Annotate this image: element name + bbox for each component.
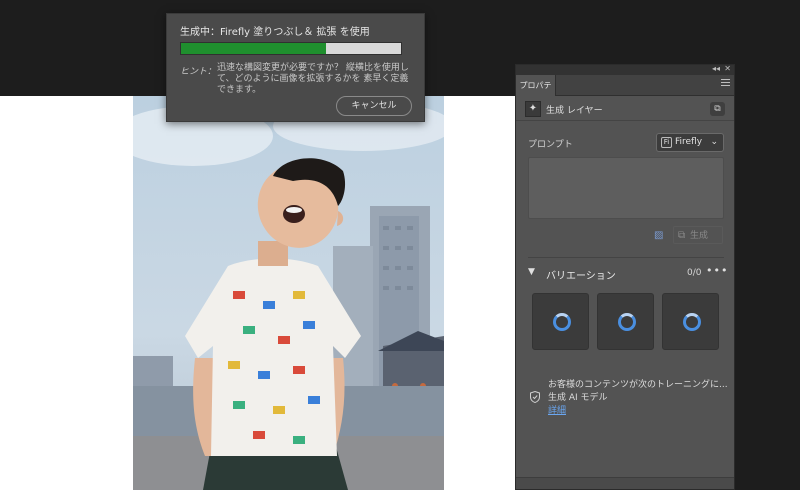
more-options-icon[interactable]: ••• <box>706 264 728 277</box>
generate-button[interactable]: ⧉ 生成 <box>673 226 723 244</box>
training-notice-line2: 生成 AI モデル <box>548 393 608 403</box>
model-select[interactable]: Fi Firefly ⌄ <box>656 133 724 152</box>
collapse-panel-icon[interactable]: ◂◂ <box>712 64 720 73</box>
progress-title: 生成中：Firefly 塗りつぶし＆ 拡張 を使用 <box>180 27 370 38</box>
training-notice-line1: お客様のコンテンツが次のトレーニングに... <box>548 380 728 390</box>
section-divider <box>528 257 724 258</box>
panel-menu-icon[interactable] <box>721 79 730 87</box>
variation-tile[interactable] <box>532 293 589 350</box>
layer-options-icon[interactable]: ⧉ <box>710 102 725 116</box>
model-select-value: Firefly <box>675 137 703 147</box>
progress-bar-fill <box>181 43 327 54</box>
layer-row: ✦ 生成 レイヤー ⧉ <box>516 97 734 121</box>
hint-label: ヒント： <box>180 67 217 77</box>
loading-spinner-icon <box>683 313 701 331</box>
reference-image-icon[interactable]: ▨ <box>654 230 663 241</box>
firefly-icon: Fi <box>661 137 672 148</box>
close-panel-icon[interactable]: ✕ <box>724 64 731 73</box>
progress-bar <box>180 42 402 55</box>
canvas-photo[interactable] <box>133 96 444 490</box>
generate-label: 生成 <box>690 231 709 241</box>
generate-icon: ⧉ <box>678 230 686 241</box>
prompt-label: プロンプト <box>528 140 573 150</box>
panel-tab-bar: プロパティ <box>516 75 734 111</box>
properties-panel: ◂◂ ✕ プロパティ ✦ 生成 レイヤー ⧉ プロンプト Fi Firefly … <box>515 64 735 490</box>
shield-icon <box>530 391 540 403</box>
variations-count: 0/0 <box>687 268 702 278</box>
layer-label: 生成 レイヤー <box>546 106 603 116</box>
variations-title: バリエーション <box>546 271 616 282</box>
progress-dialog: 生成中：Firefly 塗りつぶし＆ 拡張 を使用 ヒント： 迅速な構図変更が必… <box>166 13 425 122</box>
loading-spinner-icon <box>553 313 571 331</box>
chevron-down-icon: ⌄ <box>710 137 718 147</box>
loading-spinner-icon <box>618 313 636 331</box>
chevron-down-icon[interactable]: ▼ <box>528 267 535 277</box>
panel-footer <box>516 477 734 489</box>
variation-tile[interactable] <box>662 293 719 350</box>
tab-properties[interactable]: プロパティ <box>516 75 556 111</box>
panel-header: ◂◂ ✕ <box>516 64 734 75</box>
variation-tile[interactable] <box>597 293 654 350</box>
details-link[interactable]: 詳細 <box>548 403 566 416</box>
prompt-input[interactable] <box>528 157 724 219</box>
cancel-button[interactable]: キャンセル <box>336 96 412 116</box>
hint-text: 迅速な構図変更が必要ですか？ 縦横比を使用して、どのように画像を拡張するかを 素… <box>217 63 409 95</box>
generative-layer-icon: ✦ <box>525 101 541 117</box>
